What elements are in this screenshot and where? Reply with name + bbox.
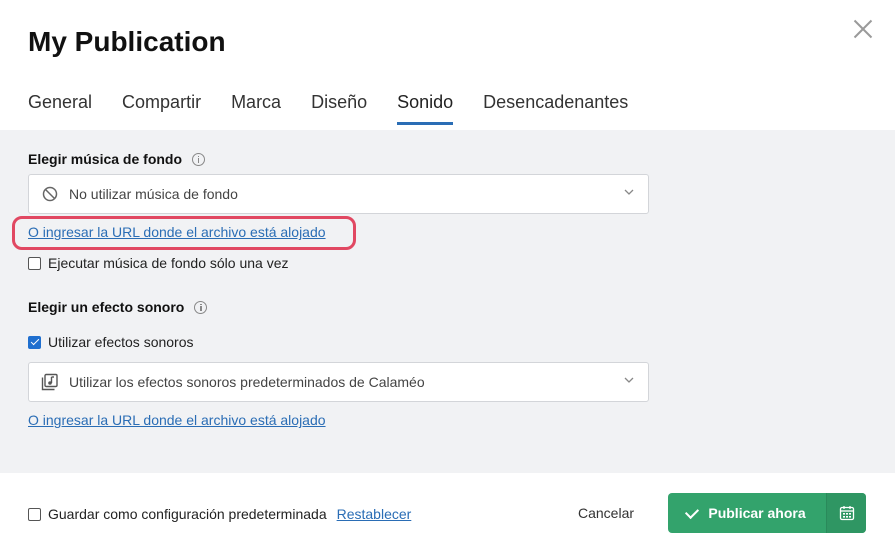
tab-marca[interactable]: Marca <box>231 92 281 125</box>
music-library-icon <box>41 373 59 391</box>
background-music-select[interactable]: No utilizar música de fondo <box>28 174 649 214</box>
chevron-down-icon <box>624 189 634 195</box>
calendar-icon <box>839 506 854 521</box>
publish-now-button[interactable]: Publicar ahora <box>668 493 826 533</box>
checkmark-icon <box>685 504 700 519</box>
sound-effects-select[interactable]: Utilizar los efectos sonoros predetermin… <box>28 362 649 402</box>
dialog-footer: Guardar como configuración predeterminad… <box>0 473 895 555</box>
reset-link[interactable]: Restablecer <box>337 506 412 522</box>
dialog-title: My Publication <box>28 26 226 57</box>
tab-bar: General Compartir Marca Diseño Sonido De… <box>28 92 658 125</box>
sound-effects-title: Elegir un efecto sonoro <box>28 299 185 315</box>
sound-effects-url-link[interactable]: O ingresar la URL donde el archivo está … <box>28 412 326 428</box>
play-once-checkbox[interactable] <box>28 256 41 270</box>
background-music-url-link[interactable]: O ingresar la URL donde el archivo está … <box>28 224 326 240</box>
play-once-option[interactable]: Ejecutar música de fondo sólo una vez <box>28 255 288 271</box>
sound-effects-heading: Elegir un efecto sonoro <box>28 299 208 315</box>
background-music-heading: Elegir música de fondo <box>28 151 206 167</box>
save-default-label: Guardar como configuración predeterminad… <box>48 506 327 522</box>
play-once-label: Ejecutar música de fondo sólo una vez <box>48 255 289 271</box>
publish-now-label: Publicar ahora <box>708 505 806 521</box>
info-icon[interactable] <box>194 300 208 314</box>
use-effects-checkbox[interactable] <box>28 335 41 349</box>
save-default-checkbox[interactable] <box>28 507 41 521</box>
no-entry-icon <box>41 185 59 203</box>
chevron-down-icon <box>624 377 634 383</box>
cancel-button[interactable]: Cancelar <box>578 505 634 521</box>
sound-effects-select-value: Utilizar los efectos sonoros predetermin… <box>69 374 425 390</box>
info-icon[interactable] <box>192 152 206 166</box>
schedule-button[interactable] <box>826 493 866 533</box>
background-music-title: Elegir música de fondo <box>28 151 183 167</box>
dialog-header: My Publication General Compartir Marca D… <box>0 0 895 130</box>
tab-diseno[interactable]: Diseño <box>311 92 367 125</box>
tab-desencadenantes[interactable]: Desencadenantes <box>483 92 628 125</box>
publish-button-group: Publicar ahora <box>668 493 866 533</box>
background-music-select-value: No utilizar música de fondo <box>69 186 238 202</box>
use-effects-option[interactable]: Utilizar efectos sonoros <box>28 334 194 350</box>
tab-compartir[interactable]: Compartir <box>122 92 201 125</box>
tab-general[interactable]: General <box>28 92 92 125</box>
tab-sonido[interactable]: Sonido <box>397 92 454 125</box>
save-default-option[interactable]: Guardar como configuración predeterminad… <box>28 506 411 522</box>
close-icon[interactable] <box>852 18 874 40</box>
use-effects-label: Utilizar efectos sonoros <box>48 334 194 350</box>
